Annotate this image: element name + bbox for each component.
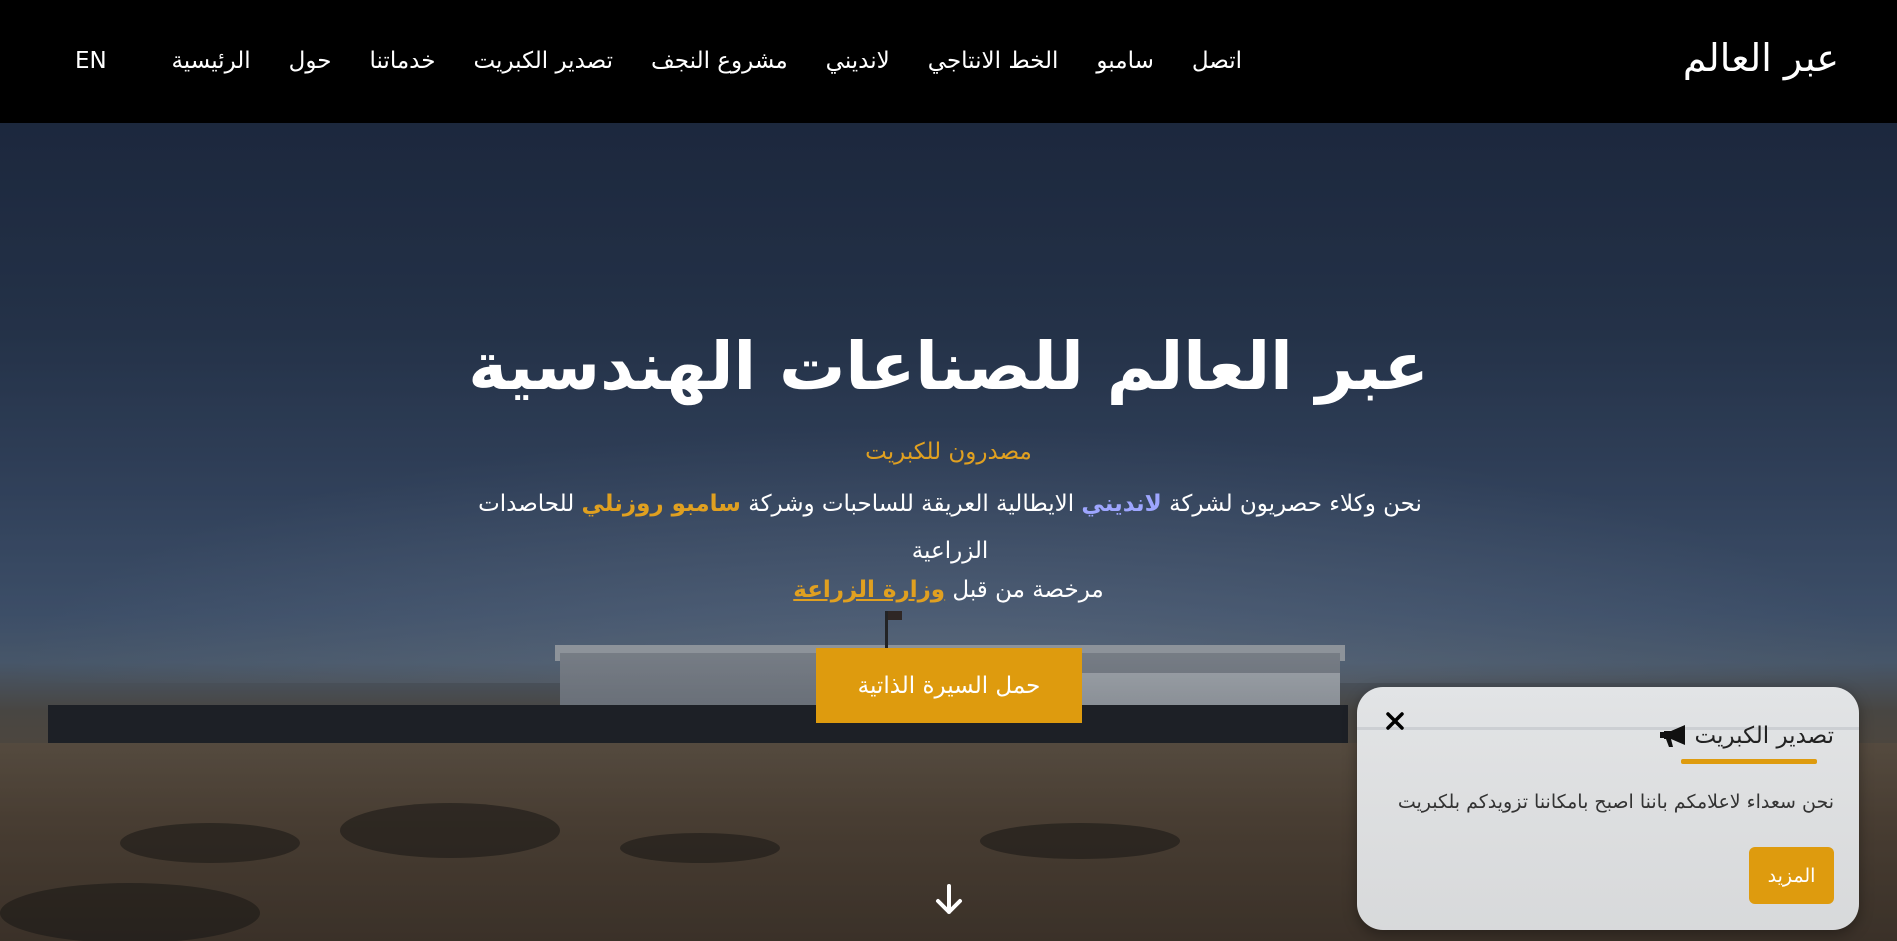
popup-more-button[interactable]: المزيد — [1749, 847, 1834, 904]
nav-item-home[interactable]: الرئيسية — [171, 48, 250, 74]
hero-description: نحن وكلاء حصريون لشركة لانديني الايطالية… — [470, 481, 1430, 575]
sampo-rosenlew-highlight: سامبو روزنلي — [581, 491, 741, 517]
megaphone-icon — [1660, 725, 1686, 747]
navbar: عبر العالم الرئيسية حول خدماتنا تصدير ال… — [0, 0, 1897, 123]
nav-item-production-line[interactable]: الخط الانتاجي — [928, 48, 1059, 74]
arrow-down-icon[interactable] — [934, 883, 964, 917]
popup-title-text: تصدير الكبريت — [1694, 723, 1834, 749]
hero-description-text: نحن وكلاء حصريون لشركة — [1161, 491, 1422, 517]
license-text: مرخصة من قبل — [945, 577, 1104, 603]
nav-item-najaf-project[interactable]: مشروع النجف — [651, 48, 788, 74]
popup-message: نحن سعداء لاعلامكم باننا اصبح بامكاننا ت… — [1397, 791, 1834, 813]
landini-highlight: لانديني — [1081, 491, 1162, 517]
language-switch-en[interactable]: EN — [75, 48, 107, 74]
download-cv-button[interactable]: حمل السيرة الذاتية — [816, 648, 1082, 723]
hero-license-line: مرخصة من قبل وزارة الزراعة — [0, 577, 1897, 603]
brand-logo-text[interactable]: عبر العالم — [1683, 36, 1839, 80]
popup-title: تصدير الكبريت — [1658, 723, 1834, 749]
main-nav: الرئيسية حول خدماتنا تصدير الكبريت مشروع… — [171, 48, 1242, 74]
popup-title-underline — [1681, 759, 1817, 764]
ministry-of-agriculture-link[interactable]: وزارة الزراعة — [793, 577, 945, 603]
nav-item-sampo[interactable]: سامبو — [1096, 48, 1153, 74]
hero-subtitle: مصدرون للكبريت — [865, 439, 1032, 465]
hero-description-text: الايطالية العريقة للساحبات وشركة — [740, 491, 1082, 517]
sulfur-export-popup: تصدير الكبريت نحن سعداء لاعلامكم باننا ا… — [1357, 687, 1859, 930]
hero-title: عبر العالم للصناعات الهندسية — [468, 328, 1429, 405]
nav-item-services[interactable]: خدماتنا — [369, 48, 435, 74]
nav-item-sulfur-export[interactable]: تصدير الكبريت — [473, 48, 613, 74]
nav-item-contact[interactable]: اتصل — [1192, 48, 1242, 74]
nav-item-landini[interactable]: لانديني — [826, 48, 890, 74]
close-icon[interactable] — [1383, 709, 1407, 733]
nav-item-about[interactable]: حول — [289, 48, 332, 74]
